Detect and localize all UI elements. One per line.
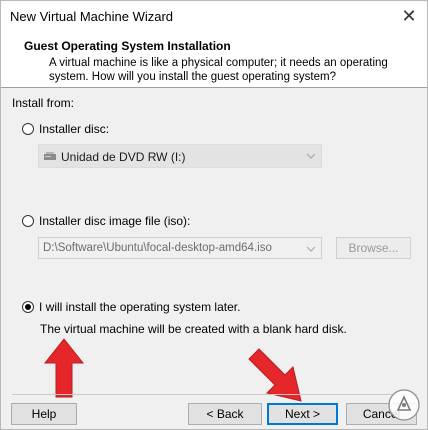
back-button[interactable]: < Back bbox=[188, 403, 262, 425]
installer-disc-radio[interactable] bbox=[22, 123, 34, 135]
title-bar: New Virtual Machine Wizard ✕ bbox=[1, 1, 427, 32]
arrow-up-annotation-icon bbox=[43, 338, 85, 398]
iso-path-input: D:\Software\Ubuntu\focal-desktop-amd64.i… bbox=[38, 237, 322, 259]
wizard-header: Guest Operating System Installation A vi… bbox=[1, 32, 427, 88]
chevron-down-icon bbox=[306, 153, 316, 159]
installer-disc-label[interactable]: Installer disc: bbox=[39, 122, 109, 136]
help-button[interactable]: Help bbox=[11, 403, 77, 425]
browse-button: Browse... bbox=[336, 237, 411, 259]
dvd-drive-icon bbox=[44, 152, 56, 160]
close-icon[interactable]: ✕ bbox=[397, 5, 421, 27]
arrow-down-right-annotation-icon bbox=[248, 348, 302, 402]
page-description: A virtual machine is like a physical com… bbox=[49, 57, 388, 83]
window-title: New Virtual Machine Wizard bbox=[10, 9, 174, 24]
wizard-window: New Virtual Machine Wizard ✕ Guest Opera… bbox=[0, 0, 428, 430]
install-later-description: The virtual machine will be created with… bbox=[40, 322, 347, 336]
install-later-radio[interactable] bbox=[22, 301, 34, 313]
install-later-label[interactable]: I will install the operating system late… bbox=[39, 300, 240, 314]
next-button[interactable]: Next > bbox=[267, 403, 338, 425]
iso-path-value: D:\Software\Ubuntu\focal-desktop-amd64.i… bbox=[43, 242, 272, 254]
disc-drive-value: Unidad de DVD RW (I:) bbox=[61, 150, 186, 164]
iso-image-radio[interactable] bbox=[22, 215, 34, 227]
site-logo-icon bbox=[388, 389, 420, 421]
footer-divider bbox=[12, 394, 417, 395]
disc-drive-select: Unidad de DVD RW (I:) bbox=[38, 144, 322, 168]
install-from-label: Install from: bbox=[12, 96, 75, 110]
chevron-down-icon bbox=[306, 246, 316, 252]
page-title: Guest Operating System Installation bbox=[24, 39, 231, 53]
iso-image-label[interactable]: Installer disc image file (iso): bbox=[39, 214, 190, 228]
